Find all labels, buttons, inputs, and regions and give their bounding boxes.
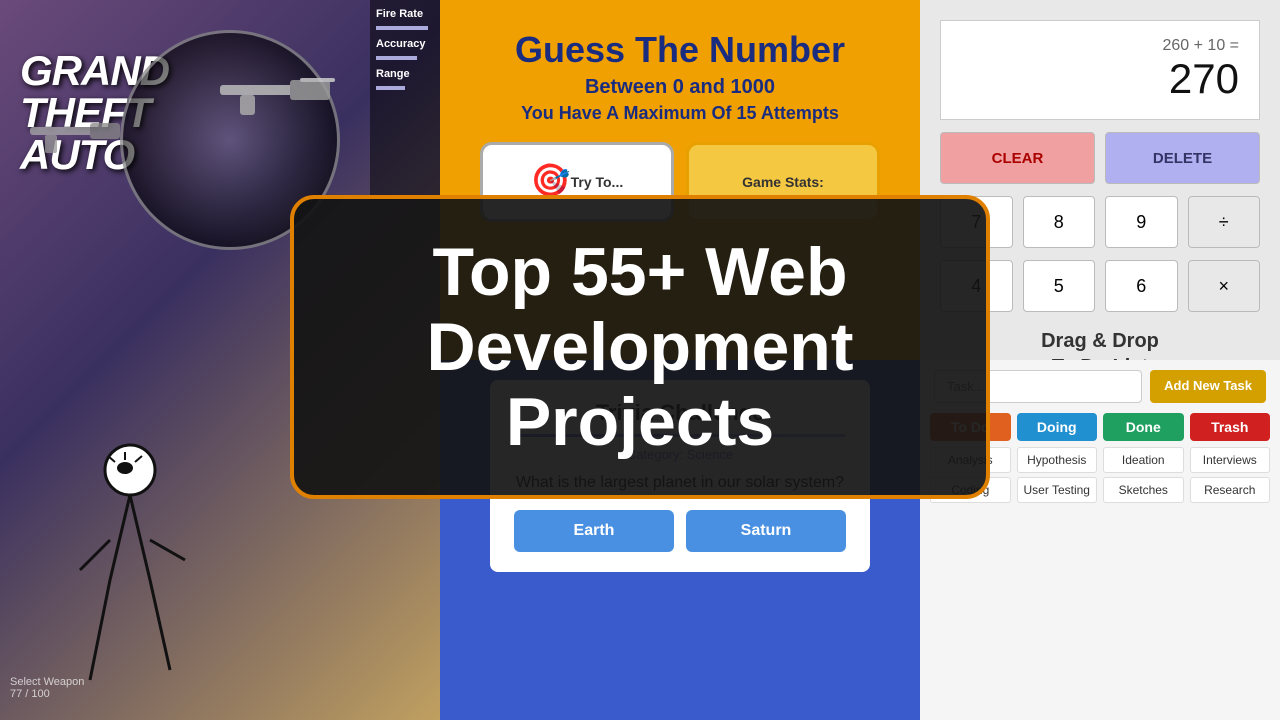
calc-display: 260 + 10 = 270: [940, 20, 1260, 120]
trivia-answer-earth[interactable]: Earth: [514, 510, 674, 552]
calc-btn-mul[interactable]: ×: [1188, 260, 1261, 312]
kanban-col-doing: Doing Hypothesis User Testing: [1017, 413, 1098, 503]
kanban-header-trash: Trash: [1190, 413, 1271, 441]
kanban-header-done: Done: [1103, 413, 1184, 441]
trivia-answer-saturn[interactable]: Saturn: [686, 510, 846, 552]
kanban-col-trash: Trash Interviews Research: [1190, 413, 1271, 503]
overlay-title-text: Top 55+ Web Development Projects: [334, 235, 946, 459]
gun2-icon: [30, 110, 130, 160]
kanban-item[interactable]: Hypothesis: [1017, 447, 1098, 473]
overlay-title-card: Top 55+ Web Development Projects: [290, 195, 990, 499]
guess-title: Guess The Number: [515, 30, 845, 70]
gun-icon: [220, 60, 340, 120]
calc-clear-button[interactable]: CLEAR: [940, 132, 1095, 184]
guess-subtitle: Between 0 and 1000: [585, 76, 775, 99]
kanban-item[interactable]: Research: [1190, 477, 1271, 503]
kanban-item[interactable]: User Testing: [1017, 477, 1098, 503]
guess-max-attempts: You Have A Maximum Of 15 Attempts: [521, 103, 839, 124]
kanban-item[interactable]: Interviews: [1190, 447, 1271, 473]
kanban-item[interactable]: Ideation: [1103, 447, 1184, 473]
calc-btn-8[interactable]: 8: [1023, 196, 1096, 248]
calc-expression: 260 + 10 =: [961, 37, 1239, 55]
calc-btn-9[interactable]: 9: [1105, 196, 1178, 248]
weapon-stats: Fire Rate Accuracy Range: [370, 0, 440, 200]
calc-btn-5[interactable]: 5: [1023, 260, 1096, 312]
calc-btn-6[interactable]: 6: [1105, 260, 1178, 312]
kanban-item[interactable]: Sketches: [1103, 477, 1184, 503]
kanban-col-done: Done Ideation Sketches: [1103, 413, 1184, 503]
calc-result: 270: [961, 55, 1239, 103]
kanban-add-button[interactable]: Add New Task: [1150, 370, 1266, 403]
kanban-header-doing: Doing: [1017, 413, 1098, 441]
trivia-answers: Earth Saturn: [514, 510, 846, 552]
gta-hud: Select Weapon 77 / 100: [10, 676, 84, 700]
calc-delete-button[interactable]: DELETE: [1105, 132, 1260, 184]
calc-btn-div[interactable]: ÷: [1188, 196, 1261, 248]
calc-row-top: CLEAR DELETE: [940, 132, 1260, 184]
